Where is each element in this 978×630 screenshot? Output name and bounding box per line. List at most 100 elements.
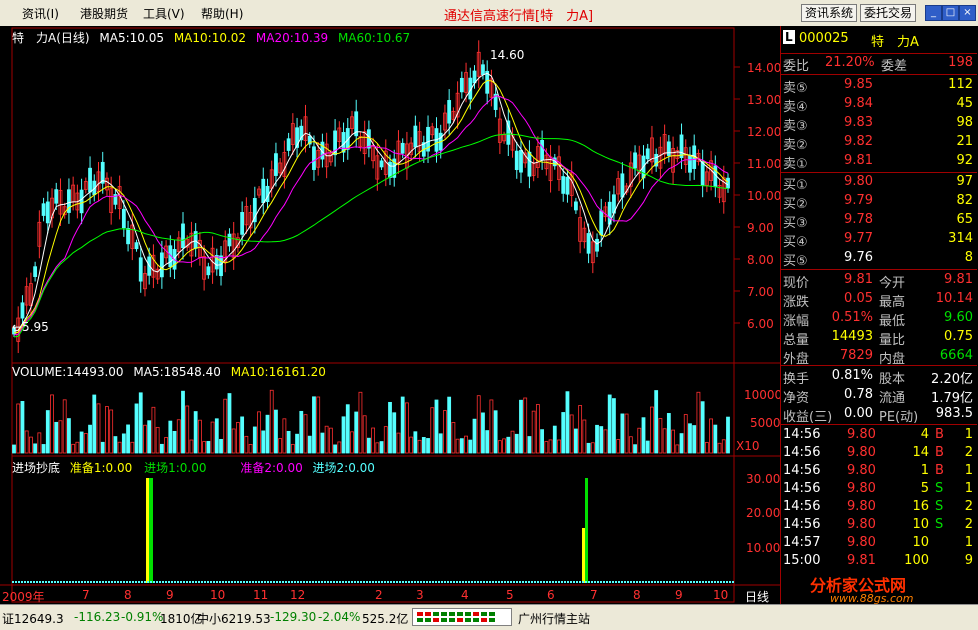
volume-bar [637, 427, 642, 454]
volume-bar [481, 412, 485, 454]
divider [781, 424, 977, 425]
server-name[interactable]: 广州行情主站 [518, 610, 590, 627]
volume-bar [282, 418, 287, 454]
volume-bar [527, 436, 532, 454]
low-marker: ←5.95 [12, 320, 49, 334]
tick-volume: 10 [912, 517, 929, 532]
menu-help[interactable]: 帮助(H) [201, 5, 243, 22]
minimize-icon[interactable]: _ [925, 5, 942, 21]
sme-index[interactable]: 中小6219.53 [197, 610, 271, 627]
period-label[interactable]: 日线 [745, 588, 769, 605]
sme-amount: 525.2亿 [362, 612, 409, 626]
volume-bar [713, 424, 718, 454]
stat-value: 0.51% [831, 310, 873, 325]
volume-bar [485, 430, 490, 454]
ask-volume: 92 [956, 153, 973, 168]
bid-row: 买④ 9.77 314 [781, 230, 977, 250]
ask-volume: 45 [956, 96, 973, 111]
volume-bar [214, 418, 219, 454]
volume-bar [561, 412, 566, 454]
kline-chart-area[interactable]: 特 力A(日线) MA5:10.05 MA10:10.02 MA20:10.39… [0, 26, 782, 605]
tick-price: 9.81 [847, 553, 876, 568]
divider [781, 269, 977, 270]
menu-news[interactable]: 资讯(I) [22, 5, 59, 22]
volume-bar [121, 433, 126, 454]
volume-bar [624, 413, 629, 454]
volume-bar [645, 440, 650, 454]
trade-button[interactable]: 委托交易 [860, 4, 917, 22]
bid-price: 9.76 [844, 250, 873, 265]
volume-bar [612, 398, 616, 454]
volume-bar [168, 420, 173, 454]
stat-value: 9.60 [944, 310, 973, 325]
candle-body [586, 233, 591, 254]
tick-time: 14:56 [783, 481, 821, 496]
time-label: 6 [547, 588, 555, 602]
tick-side: S [935, 499, 944, 514]
volume-bar [696, 391, 701, 454]
stat-value: 14493 [831, 329, 873, 344]
volume-bar [447, 396, 452, 454]
volume-bar [244, 435, 249, 454]
bid-row: 买⑤ 9.76 8 [781, 249, 977, 269]
volume-bar [278, 438, 283, 454]
volume-bar [320, 432, 325, 454]
volume-bar [117, 441, 122, 454]
tick-row: 14:56 9.80 5 S 1 [781, 480, 977, 499]
volume-bar [159, 443, 164, 454]
volume-bar [231, 428, 236, 454]
bid-label: 买③ [783, 216, 808, 231]
tick-count: 1 [964, 463, 973, 478]
chart-header: 特 力A(日线) MA5:10.05 MA10:10.02 MA20:10.39… [12, 29, 410, 46]
bid-volume: 8 [964, 250, 973, 265]
high-marker: 14.60 [490, 48, 525, 62]
sh-index[interactable]: 证12649.3 [2, 610, 64, 627]
volume-bar [426, 438, 430, 454]
signal-bar [149, 478, 153, 583]
ask-row: 卖④ 9.84 45 [781, 95, 977, 115]
close-icon[interactable]: × [959, 5, 976, 21]
stat-label: 最高 [879, 295, 906, 310]
volume-bar [455, 438, 460, 454]
volume-bar [371, 427, 376, 454]
candle-body [565, 176, 570, 195]
volume-bar [658, 418, 663, 454]
volume-bar [476, 395, 481, 454]
candle-body [413, 125, 418, 148]
divider [781, 365, 977, 366]
stat-value: 7829 [839, 348, 873, 363]
volume-bar [248, 444, 253, 454]
tick-count: 2 [964, 445, 973, 460]
volume-bar [286, 430, 291, 454]
volume-bar [548, 439, 553, 454]
volume-bar [438, 433, 443, 454]
signal-bar [582, 528, 585, 583]
kline-chart-canvas[interactable] [0, 26, 780, 604]
menu-hk-futures[interactable]: 港股期货 [80, 5, 128, 22]
tick-count: 2 [964, 499, 973, 514]
stat-row: 收益(三) 0.00 PE(动) 983.5 [781, 405, 977, 425]
news-system-button[interactable]: 资讯系统 [801, 4, 858, 22]
price-tick: 9.00 [747, 221, 774, 235]
restore-icon[interactable]: □ [942, 5, 959, 21]
candle-body [20, 302, 25, 319]
price-tick: 12.00 [747, 125, 782, 139]
stat-value: 0.78 [844, 387, 873, 402]
stat-label: 股本 [879, 372, 906, 387]
volume-bar [683, 414, 688, 454]
candle-body [379, 160, 384, 168]
volume-bar [628, 436, 633, 454]
time-label: 7 [590, 588, 598, 602]
volume-bar [603, 429, 608, 454]
candle-body [574, 201, 578, 211]
volume-bar [58, 420, 63, 454]
candle-body [126, 228, 130, 245]
tick-price: 9.80 [847, 535, 876, 550]
volume-bar [489, 399, 494, 454]
volume-bar [430, 407, 435, 454]
ma60-line [13, 133, 729, 338]
time-label: 9 [675, 588, 683, 602]
menu-tools[interactable]: 工具(V) [143, 5, 185, 22]
volume-bar [240, 416, 245, 454]
volume-bar [210, 421, 215, 454]
